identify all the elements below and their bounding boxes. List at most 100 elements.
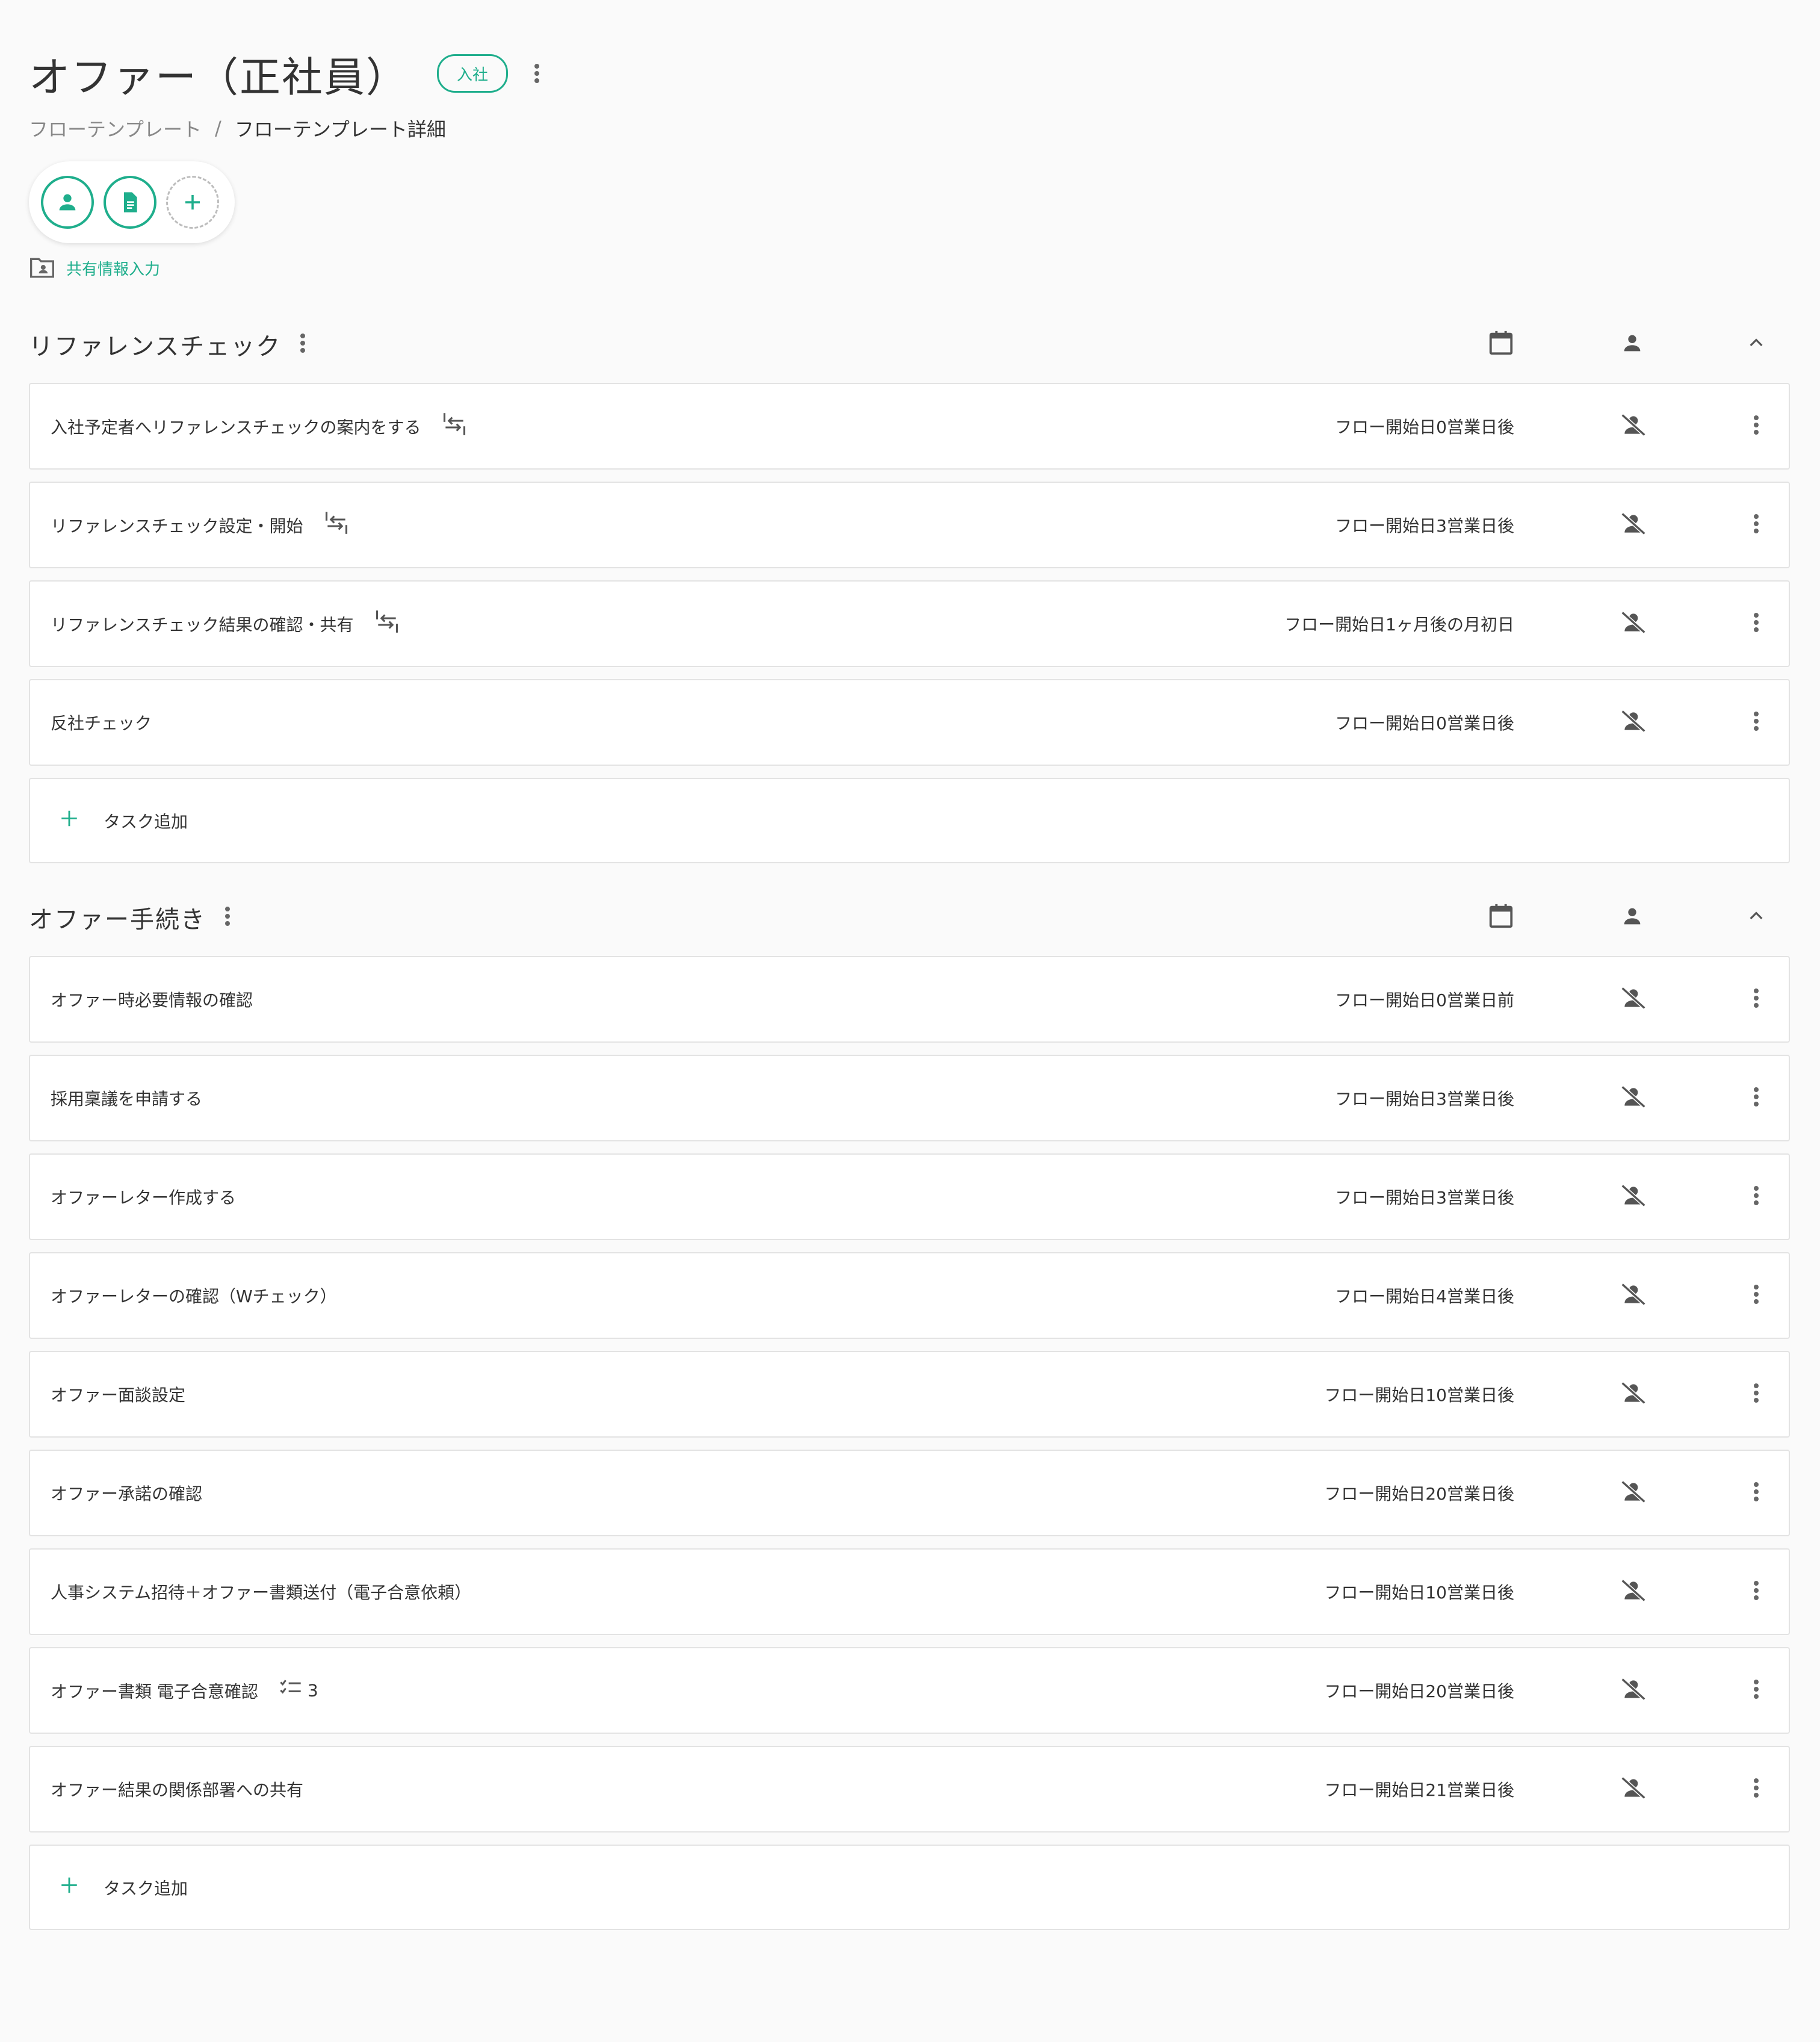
add-task-button[interactable]: タスク追加 xyxy=(29,778,1790,863)
task-more-button[interactable] xyxy=(1753,1086,1760,1110)
task-name: オファー面談設定 xyxy=(51,1385,186,1405)
add-task-content: タスク追加 xyxy=(59,808,188,833)
more-vert-icon xyxy=(1753,1778,1760,1801)
assign-button[interactable] xyxy=(1620,1182,1647,1211)
status-badge: 入社 xyxy=(437,54,509,93)
task-more-button[interactable] xyxy=(1753,1382,1760,1406)
person-off-icon xyxy=(1620,1678,1647,1705)
document-icon xyxy=(124,192,137,213)
page-title: オファー（正社員） xyxy=(29,54,409,102)
task-more-button[interactable] xyxy=(1753,710,1760,734)
more-vert-icon xyxy=(1753,514,1760,537)
task-due-date: フロー開始日4営業日後 xyxy=(1335,1286,1514,1306)
collapse-section-button[interactable] xyxy=(1747,907,1766,928)
task-due-date: フロー開始日20営業日後 xyxy=(1324,1484,1514,1504)
shared-info-row[interactable]: 共有情報入力 xyxy=(29,256,160,279)
person-off-icon xyxy=(1620,710,1647,737)
task-row[interactable]: 採用稟議を申請する フロー開始日3営業日後 xyxy=(29,1055,1790,1141)
task-row[interactable]: オファー承諾の確認 フロー開始日20営業日後 xyxy=(29,1450,1790,1536)
task-name: オファー結果の関係部署への共有 xyxy=(51,1780,304,1800)
assign-button[interactable] xyxy=(1620,1676,1647,1705)
breadcrumb-parent-link[interactable]: フローテンプレート xyxy=(29,114,202,142)
breadcrumb: フローテンプレート / フローテンプレート詳細 xyxy=(29,114,446,142)
add-icon xyxy=(185,195,200,209)
task-due-date: フロー開始日21営業日後 xyxy=(1324,1780,1514,1800)
toolbar-icon-group xyxy=(29,161,235,243)
title-row: オファー（正社員） 入社 xyxy=(29,43,549,104)
person-button[interactable] xyxy=(41,176,94,229)
assign-button[interactable] xyxy=(1620,1084,1647,1113)
task-row[interactable]: オファー結果の関係部署への共有 フロー開始日21営業日後 xyxy=(29,1746,1790,1833)
task-more-button[interactable] xyxy=(1753,987,1760,1011)
task-more-button[interactable] xyxy=(1753,1580,1760,1604)
task-name-group: オファー書類 電子合意確認 3 xyxy=(51,1678,318,1703)
task-due-date: フロー開始日0営業日後 xyxy=(1335,713,1514,733)
task-name: 反社チェック xyxy=(51,713,152,733)
assign-button[interactable] xyxy=(1620,511,1647,539)
more-vert-icon xyxy=(534,64,540,83)
breadcrumb-current: フローテンプレート詳細 xyxy=(234,118,446,141)
task-more-button[interactable] xyxy=(1753,1283,1760,1308)
assign-button[interactable] xyxy=(1620,1479,1647,1507)
sync-icon xyxy=(374,609,400,639)
task-more-button[interactable] xyxy=(1753,1678,1760,1702)
task-due-date: フロー開始日3営業日後 xyxy=(1335,516,1514,536)
more-vert-icon xyxy=(299,332,306,356)
section-more-button[interactable] xyxy=(224,905,231,929)
section-title: リファレンスチェック xyxy=(29,333,282,361)
task-more-button[interactable] xyxy=(1753,513,1760,537)
person-off-icon xyxy=(1620,1283,1647,1310)
assign-button[interactable] xyxy=(1620,609,1647,638)
assign-button[interactable] xyxy=(1620,1577,1647,1606)
person-off-icon xyxy=(1620,1085,1647,1113)
more-vert-icon xyxy=(1753,1581,1760,1604)
more-vert-icon xyxy=(1753,1383,1760,1406)
task-more-button[interactable] xyxy=(1753,1185,1760,1209)
task-row[interactable]: リファレンスチェック設定・開始 フロー開始日3営業日後 xyxy=(29,482,1790,568)
task-due-date: フロー開始日3営業日後 xyxy=(1335,1188,1514,1208)
person-off-icon xyxy=(1620,1382,1647,1409)
person-off-icon xyxy=(1620,987,1647,1014)
document-button[interactable] xyxy=(104,176,156,229)
assign-button[interactable] xyxy=(1620,412,1647,441)
task-due-date: フロー開始日10営業日後 xyxy=(1324,1385,1514,1405)
add-item-button[interactable] xyxy=(166,176,219,229)
collapse-section-button[interactable] xyxy=(1747,334,1766,355)
more-vert-icon xyxy=(1753,712,1760,734)
task-row[interactable]: 反社チェック フロー開始日0営業日後 xyxy=(29,679,1790,766)
task-more-button[interactable] xyxy=(1753,1777,1760,1801)
task-row[interactable]: リファレンスチェック結果の確認・共有 フロー開始日1ヶ月後の月初日 xyxy=(29,580,1790,667)
assign-button[interactable] xyxy=(1620,1281,1647,1310)
task-row[interactable]: 入社予定者へリファレンスチェックの案内をする フロー開始日0営業日後 xyxy=(29,383,1790,470)
task-due-date: フロー開始日1ヶ月後の月初日 xyxy=(1284,615,1514,635)
title-more-button[interactable] xyxy=(525,55,549,92)
section-more-button[interactable] xyxy=(299,332,306,356)
task-row[interactable]: オファー時必要情報の確認 フロー開始日0営業日前 xyxy=(29,956,1790,1043)
assign-button[interactable] xyxy=(1620,1380,1647,1409)
checklist-badge: 3 xyxy=(279,1678,318,1703)
shared-info-link[interactable]: 共有情報入力 xyxy=(66,257,160,279)
task-row[interactable]: オファー面談設定 フロー開始日10営業日後 xyxy=(29,1351,1790,1438)
add-task-button[interactable]: タスク追加 xyxy=(29,1845,1790,1930)
assign-button[interactable] xyxy=(1620,708,1647,737)
assign-button[interactable] xyxy=(1620,985,1647,1014)
task-name: リファレンスチェック設定・開始 xyxy=(51,516,303,536)
person-off-icon xyxy=(1620,512,1647,539)
task-row[interactable]: オファー書類 電子合意確認 3 フロー開始日20営業日後 xyxy=(29,1647,1790,1734)
task-row[interactable]: オファーレターの確認（Wチェック） フロー開始日4営業日後 xyxy=(29,1252,1790,1339)
task-row[interactable]: 人事システム招待＋オファー書類送付（電子合意依頼） フロー開始日10営業日後 xyxy=(29,1548,1790,1635)
section-header: リファレンスチェック xyxy=(29,320,1791,368)
task-name: オファー時必要情報の確認 xyxy=(51,990,253,1010)
add-task-label: タスク追加 xyxy=(104,1878,188,1898)
task-more-button[interactable] xyxy=(1753,1481,1760,1505)
more-vert-icon xyxy=(1753,988,1760,1011)
assign-button[interactable] xyxy=(1620,1775,1647,1804)
task-row[interactable]: オファーレター作成する フロー開始日3営業日後 xyxy=(29,1153,1790,1240)
task-more-button[interactable] xyxy=(1753,414,1760,438)
checklist-count: 3 xyxy=(307,1680,318,1701)
task-name: オファー書類 電子合意確認 xyxy=(51,1681,258,1701)
more-vert-icon xyxy=(1753,415,1760,438)
folder-person-icon xyxy=(30,258,54,278)
checklist-icon xyxy=(279,1678,303,1703)
task-more-button[interactable] xyxy=(1753,612,1760,636)
